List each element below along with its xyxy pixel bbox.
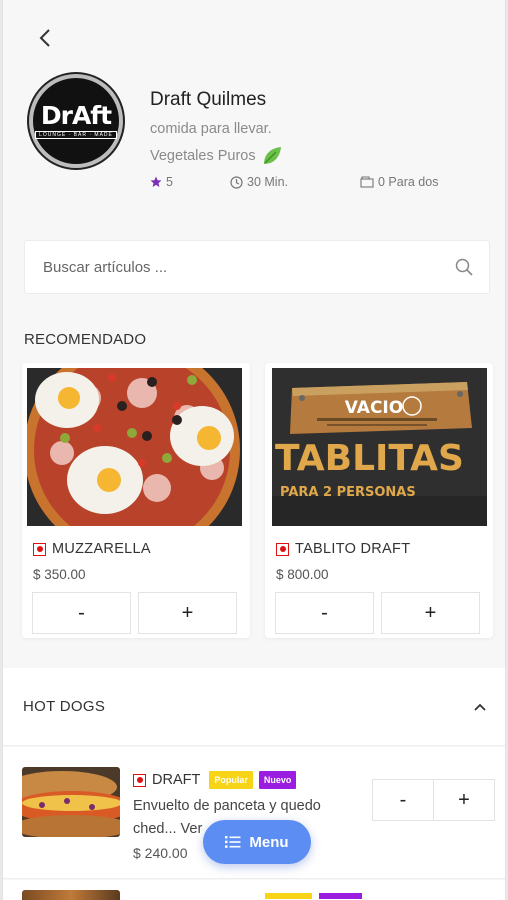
chevron-up-icon[interactable]	[473, 702, 487, 712]
search-bar	[24, 240, 490, 294]
category-header-hot-dogs[interactable]: HOT DOGS	[3, 668, 505, 746]
category-title: HOT DOGS	[23, 698, 106, 715]
recommended-card[interactable]: MUZZARELLA $ 350.00 - +	[22, 363, 250, 638]
decrease-quantity-button[interactable]: -	[373, 780, 434, 820]
decrease-quantity-button[interactable]: -	[32, 592, 131, 634]
store-page: DrAft LOUNGE · BAR · MADE Draft Quilmes …	[2, 0, 506, 900]
tablitas-subtext: PARA 2 PERSONAS	[280, 485, 416, 500]
quantity-stepper: - +	[372, 779, 495, 821]
increase-quantity-button[interactable]: +	[138, 592, 237, 634]
store-name: Draft Quilmes	[150, 89, 267, 110]
chevron-left-icon	[39, 29, 50, 47]
item-title: DRAFT Popular Nuevo	[133, 771, 297, 789]
new-badge: Nuevo	[258, 771, 297, 789]
rating-value: 5	[166, 175, 173, 189]
item-price: $ 350.00	[33, 567, 86, 582]
increase-quantity-button[interactable]: +	[381, 592, 480, 634]
item-name: MUZZARELLA	[52, 541, 151, 557]
nonveg-indicator-icon	[33, 542, 46, 556]
recommended-title: RECOMENDADO	[24, 331, 147, 348]
search-icon[interactable]	[455, 258, 473, 276]
popular-badge: Popular	[209, 771, 253, 789]
increase-quantity-button[interactable]: +	[434, 780, 494, 820]
item-name: TABLITO DRAFT	[295, 541, 411, 557]
list-icon	[225, 836, 241, 848]
store-delivery-time: 30 Min.	[230, 175, 288, 189]
back-button[interactable]	[31, 24, 59, 52]
list-item[interactable]	[3, 880, 505, 900]
popular-badge	[265, 893, 312, 899]
menu-button-label: Menu	[249, 833, 289, 851]
item-name: DRAFT	[152, 772, 201, 788]
item-price: $ 240.00	[133, 845, 188, 861]
item-title: MUZZARELLA	[33, 541, 151, 557]
search-input[interactable]	[43, 258, 455, 276]
pizza-image	[27, 368, 242, 526]
star-icon	[150, 176, 162, 187]
clock-icon	[230, 175, 243, 189]
leaf-icon	[263, 147, 281, 164]
wallet-icon	[360, 176, 374, 188]
tablitas-image: VACIO TABLITAS PARA 2 PERSONAS	[272, 368, 487, 526]
store-tag-label: Vegetales Puros	[150, 148, 256, 164]
nonveg-indicator-icon	[276, 542, 289, 556]
decrease-quantity-button[interactable]: -	[275, 592, 374, 634]
logo-text: DrAft	[40, 101, 112, 130]
vacio-text: VACIO	[345, 398, 403, 418]
recommended-card[interactable]: VACIO TABLITAS PARA 2 PERSONAS TABLITO D…	[265, 363, 493, 638]
item-title: TABLITO DRAFT	[276, 541, 410, 557]
store-rating: 5	[150, 175, 173, 189]
logo-subtext: LOUNGE · BAR · MADE	[35, 131, 117, 139]
store-logo: DrAft LOUNGE · BAR · MADE	[29, 74, 123, 168]
tablitas-text: TABLITAS	[275, 438, 464, 479]
store-description: comida para llevar.	[150, 121, 272, 137]
store-cost-for-two: 0 Para dos	[360, 175, 438, 189]
cost-for-two-value: 0 Para dos	[378, 175, 439, 189]
menu-button[interactable]: Menu	[203, 820, 311, 864]
delivery-time-value: 30 Min.	[247, 175, 288, 189]
hotdog-image	[22, 767, 120, 837]
new-badge	[319, 893, 362, 899]
nonveg-indicator-icon	[133, 773, 146, 787]
item-price: $ 800.00	[276, 567, 329, 582]
item-image	[22, 890, 120, 900]
store-tag: Vegetales Puros	[150, 145, 283, 167]
